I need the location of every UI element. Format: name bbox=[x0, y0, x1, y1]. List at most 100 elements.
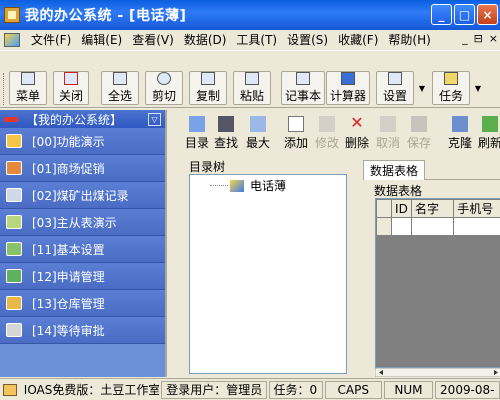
nav-item-promotion[interactable]: [01]商场促销 bbox=[0, 155, 165, 182]
grid-cell[interactable] bbox=[453, 217, 500, 236]
grid-header-name[interactable]: 名字 bbox=[410, 199, 455, 218]
pen-icon bbox=[6, 323, 22, 337]
data-grid[interactable]: ID 名字 手机号 bbox=[375, 198, 500, 368]
task-button[interactable]: 任务 bbox=[432, 71, 470, 105]
status-num: NUM bbox=[383, 380, 434, 399]
scrollbar-track[interactable] bbox=[375, 368, 500, 377]
grid-header-phone[interactable]: 手机号 bbox=[453, 199, 500, 218]
status-tasks: 任务：0 bbox=[268, 380, 323, 399]
binoculars-icon bbox=[218, 116, 234, 132]
grid-cell[interactable] bbox=[391, 217, 412, 236]
nav-item-label: [13]仓库管理 bbox=[32, 296, 105, 311]
maximize-button[interactable]: □ bbox=[454, 4, 475, 25]
directory-button[interactable]: 目录 bbox=[185, 116, 209, 151]
status-user: 登录用户：管理员 bbox=[161, 380, 267, 399]
settings-dropdown-arrow[interactable]: ▼ bbox=[416, 71, 428, 105]
windows-icon bbox=[6, 134, 22, 148]
edit-icon bbox=[319, 116, 335, 132]
edit-button[interactable]: 修改 bbox=[315, 116, 339, 151]
menu-favorites[interactable]: 收藏(F) bbox=[333, 31, 383, 48]
menu-edit[interactable]: 编辑(E) bbox=[76, 31, 127, 48]
find-button[interactable]: 查找 bbox=[214, 116, 238, 151]
calculator-button[interactable]: 计算器 bbox=[326, 71, 370, 105]
task-dropdown-arrow[interactable]: ▼ bbox=[472, 71, 484, 105]
nav-item-label: [03]主从表演示 bbox=[32, 215, 117, 230]
settings-button[interactable]: 设置 bbox=[376, 71, 414, 105]
nav-item-label: [11]基本设置 bbox=[32, 242, 105, 257]
add-button-label: 添加 bbox=[284, 136, 309, 150]
notepad-button[interactable]: 记事本 bbox=[281, 71, 325, 105]
window-controls: _ □ × bbox=[431, 4, 498, 25]
directory-icon bbox=[189, 116, 205, 132]
cancel-button[interactable]: 取消 bbox=[376, 116, 400, 151]
menu-view[interactable]: 查看(V) bbox=[127, 31, 179, 48]
menu-settings[interactable]: 设置(S) bbox=[282, 31, 333, 48]
tree-node-phonebook[interactable]: 电话薄 bbox=[210, 177, 286, 194]
select-all-button-label: 全选 bbox=[107, 89, 132, 103]
notepad-button-label: 记事本 bbox=[284, 89, 321, 103]
cut-button[interactable]: 剪切 bbox=[145, 71, 183, 105]
grid-indicator-header bbox=[376, 199, 393, 218]
table-icon bbox=[6, 215, 22, 229]
save-button-label: 保存 bbox=[407, 136, 432, 150]
directory-tree-label: 目录树 bbox=[189, 160, 226, 174]
paste-icon bbox=[245, 72, 259, 85]
nav-item-master-detail[interactable]: [03]主从表演示 bbox=[0, 209, 165, 236]
minimize-button[interactable]: _ bbox=[431, 4, 452, 25]
clipboard-icon bbox=[444, 72, 458, 85]
horizontal-scrollbar[interactable] bbox=[375, 368, 500, 377]
nav-item-basic-settings[interactable]: [11]基本设置 bbox=[0, 236, 165, 263]
directory-tree[interactable]: 电话薄 bbox=[189, 174, 347, 374]
refresh-button-label: 刷新 bbox=[478, 136, 500, 150]
tree-node-label: 电话薄 bbox=[250, 179, 287, 193]
menu-tools[interactable]: 工具(T) bbox=[231, 31, 282, 48]
save-button[interactable]: 保存 bbox=[407, 116, 431, 151]
copy-button[interactable]: 复制 bbox=[189, 71, 227, 105]
tab-data-grid[interactable]: 数据表格 bbox=[363, 160, 426, 180]
data-grid-group-label: 数据表格 bbox=[374, 184, 423, 198]
clone-button[interactable]: 克隆 bbox=[448, 116, 472, 151]
nav-item-demo[interactable]: [00]功能演示 bbox=[0, 128, 165, 155]
menu-button[interactable]: 菜单 bbox=[9, 71, 47, 105]
select-all-button[interactable]: 全选 bbox=[101, 71, 139, 105]
mdi-restore-button[interactable]: ⊟ bbox=[474, 32, 483, 45]
nav-item-applications[interactable]: [12]申请管理 bbox=[0, 263, 165, 290]
mdi-close-button[interactable]: × bbox=[489, 32, 498, 45]
nav-item-coal[interactable]: [02]煤矿出煤记录 bbox=[0, 182, 165, 209]
nav-item-warehouse[interactable]: [13]仓库管理 bbox=[0, 290, 165, 317]
main-toolbar: 菜单 关闭 全选 剪切 复制 粘贴 记事本 计算器 设置 ▼ 任务 ▼ bbox=[0, 50, 500, 108]
document-icon[interactable] bbox=[4, 32, 20, 47]
form-icon bbox=[6, 269, 22, 283]
menu-data[interactable]: 数据(D) bbox=[179, 31, 232, 48]
nav-item-label: [00]功能演示 bbox=[32, 134, 105, 149]
toolbar-grip[interactable] bbox=[3, 73, 6, 105]
maximize-view-button[interactable]: 最大 bbox=[246, 116, 270, 151]
close-doc-button[interactable]: 关闭 bbox=[53, 71, 89, 105]
grid-header-id[interactable]: ID bbox=[391, 199, 412, 218]
grid-cell[interactable] bbox=[410, 217, 455, 236]
cut-button-label: 剪切 bbox=[151, 89, 176, 103]
menu-file[interactable]: 文件(F) bbox=[26, 31, 76, 48]
close-button[interactable]: × bbox=[477, 4, 498, 25]
tab-strip: 数据表格 bbox=[363, 160, 500, 180]
directory-button-label: 目录 bbox=[185, 136, 210, 150]
select-all-icon bbox=[113, 72, 127, 85]
add-button[interactable]: 添加 bbox=[284, 116, 308, 151]
collapse-icon[interactable]: ▽ bbox=[148, 112, 161, 126]
nav-item-label: [12]申请管理 bbox=[32, 269, 105, 284]
close-icon bbox=[64, 72, 78, 85]
status-caps: CAPS bbox=[324, 380, 382, 399]
table-row[interactable] bbox=[376, 217, 500, 236]
refresh-button[interactable]: 刷新 bbox=[478, 116, 500, 151]
copy-button-label: 复制 bbox=[195, 89, 220, 103]
mdi-minimize-button[interactable]: _ bbox=[462, 32, 468, 45]
menu-help[interactable]: 帮助(H) bbox=[383, 31, 435, 48]
nav-item-approval[interactable]: [14]等待审批 bbox=[0, 317, 165, 344]
promotion-icon bbox=[6, 161, 22, 175]
delete-button[interactable]: ✕ 删除 bbox=[345, 115, 369, 151]
cancel-button-label: 取消 bbox=[376, 136, 401, 150]
new-document-icon bbox=[288, 116, 304, 132]
paste-button[interactable]: 粘贴 bbox=[233, 71, 271, 105]
tools-icon bbox=[6, 242, 22, 256]
home-icon bbox=[3, 383, 17, 396]
